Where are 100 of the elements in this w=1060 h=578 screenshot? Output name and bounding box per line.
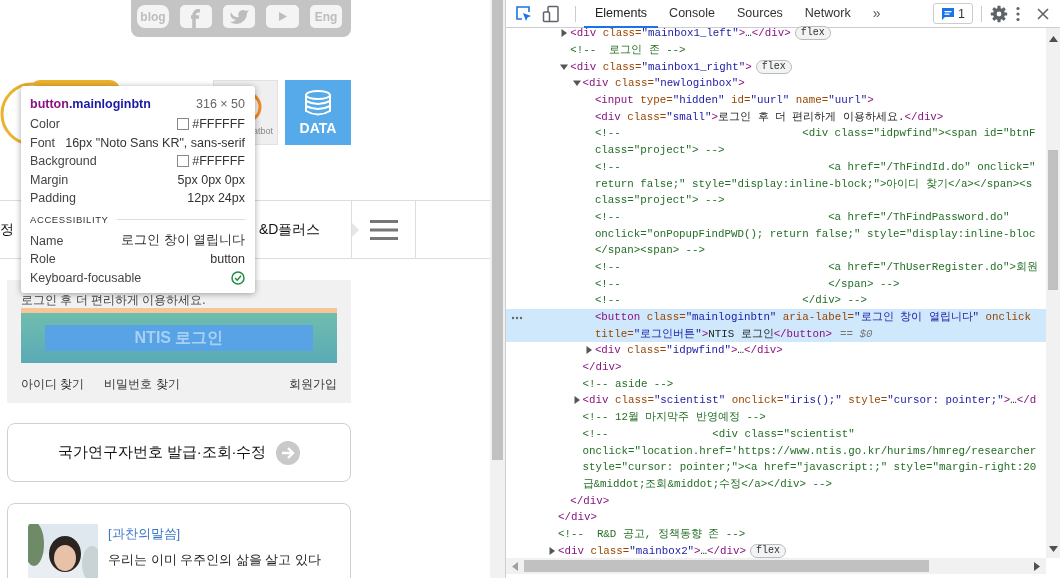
column-card[interactable]: [과찬의말씀] 우리는 이미 우주인의 삶을 살고 있다 xyxy=(7,503,351,578)
property-value: 로그인 창이 열립니다 xyxy=(121,232,245,250)
devtools-tab[interactable]: Network xyxy=(793,0,862,28)
code-row[interactable]: title="로그인버튼">NTIS 로그인</button> == $0 xyxy=(506,325,1046,343)
column-tag[interactable]: [과찬의말씀] xyxy=(108,525,322,543)
code-row[interactable]: class="project"> --> xyxy=(506,141,1046,159)
code-text: </div> xyxy=(570,494,610,507)
code-row[interactable]: class="project"> --> xyxy=(506,191,1046,209)
code-row[interactable]: onclick="onPopupFindPWD(); return false;" style="display:inline-bloc xyxy=(506,225,1046,242)
nav-menu-item[interactable]: &D플러스 xyxy=(259,220,351,239)
account-link[interactable]: 회원가입 xyxy=(289,376,337,393)
issues-button[interactable]: 1 xyxy=(933,3,973,24)
code-row[interactable]: <!-- <a href="/ThFindId.do" onclick=" xyxy=(506,158,1046,176)
settings-icon[interactable] xyxy=(990,4,1008,23)
property-value: #FFFFFF xyxy=(192,117,245,132)
code-text: <input type="hidden" id="uurl" name="uurl"> xyxy=(594,94,874,107)
more-icon[interactable] xyxy=(511,315,523,320)
code-row[interactable]: <div class="scientist" onclick="iris();" style="cursor: pointer;">…</d xyxy=(506,392,1046,409)
menu-icon[interactable] xyxy=(369,219,398,240)
code-row[interactable]: <input type="hidden" id="uurl" name="uurl"> xyxy=(506,91,1046,109)
code-text: <!-- 12월 마지막주 반영예정 --> xyxy=(582,410,766,425)
code-text: <div class="idpwfind">…</div> xyxy=(594,344,783,357)
devtools-tab[interactable]: Elements xyxy=(584,0,659,28)
flex-badge[interactable]: flex xyxy=(794,26,831,41)
horizontal-scrollbar[interactable] xyxy=(506,558,1046,574)
devtools-tab[interactable]: Console xyxy=(658,0,726,28)
code-row[interactable]: <div class="small">로그인 후 더 편리하게 이용하세요.</div> xyxy=(506,108,1046,126)
arrow-circle-icon xyxy=(276,440,301,465)
scrollbar-thumb[interactable] xyxy=(1048,150,1058,290)
account-link[interactable]: 비밀번호 찾기 xyxy=(104,376,180,393)
code-text: <!-- R&D 공고, 정책동향 존 --> xyxy=(558,526,746,541)
page-scrollbar[interactable] xyxy=(490,0,505,578)
code-text: </div> xyxy=(558,511,597,524)
code-row[interactable]: <!-- 12월 마지막주 반영예정 --> xyxy=(506,408,1046,426)
collapsed-triangle-icon[interactable] xyxy=(560,29,569,38)
code-row[interactable]: <div class="newloginbox"> xyxy=(506,75,1046,92)
element-selector: button.mainloginbtn xyxy=(30,97,151,111)
chat-icon xyxy=(941,6,956,21)
code-row[interactable]: <!-- 로그인 존 --> xyxy=(506,41,1046,59)
collapsed-triangle-icon[interactable] xyxy=(548,546,556,555)
code-row[interactable]: 급&middot;조회&middot;수정</a></div> --> xyxy=(506,475,1046,493)
code-row[interactable]: <!-- </div> --> xyxy=(506,292,1046,309)
code-text: 급&middot;조회&middot;수정</a></div> --> xyxy=(582,476,832,491)
code-text: title="로그인버튼">NTIS 로그인</button> xyxy=(594,326,832,341)
code-row[interactable]: </div> xyxy=(506,492,1046,509)
scrollbar-thumb[interactable] xyxy=(492,0,503,460)
column-title[interactable]: 우리는 이미 우주인의 삶을 살고 있다 xyxy=(108,551,322,569)
flex-badge[interactable]: flex xyxy=(755,59,792,74)
researcher-number-card[interactable]: 국가연구자번호 발급·조회·수정 xyxy=(7,423,351,482)
code-row[interactable]: <!-- <a href="/ThUserRegister.do">회원 xyxy=(506,258,1046,276)
collapsed-triangle-icon[interactable] xyxy=(572,396,581,405)
scroll-right-icon[interactable] xyxy=(1034,561,1040,571)
code-row[interactable]: <!-- <div class="scientist" xyxy=(506,425,1046,443)
flex-badge[interactable]: flex xyxy=(749,543,786,558)
kebab-menu-icon[interactable] xyxy=(1015,4,1021,23)
expanded-triangle-icon[interactable] xyxy=(560,62,569,71)
code-row[interactable]: </div> xyxy=(506,358,1046,376)
code-text: <div class="newloginbox"> xyxy=(582,77,745,90)
code-row[interactable]: <!-- <a href="/ThFindPassword.do" xyxy=(506,208,1046,226)
code-text: </span><span> --> xyxy=(594,244,706,257)
device-icon[interactable] xyxy=(542,4,560,23)
code-row[interactable]: <!-- </span> --> xyxy=(506,275,1046,292)
code-row[interactable]: onclick="location.href='https://www.ntis.go.kr/hurims/hmreg/researcher xyxy=(506,442,1046,459)
scroll-down-icon[interactable] xyxy=(1048,546,1058,552)
account-link[interactable]: 아이디 찾기 xyxy=(21,376,85,393)
code-row[interactable]: </div> xyxy=(506,508,1046,526)
color-swatch-icon xyxy=(177,118,190,131)
vertical-scrollbar[interactable] xyxy=(1046,28,1060,558)
code-row[interactable]: <!-- R&D 공고, 정책동향 존 --> xyxy=(506,525,1046,543)
code-row[interactable]: <div class="mainbox1_left">…</div> flex xyxy=(506,25,1046,42)
scroll-up-icon[interactable] xyxy=(1048,36,1058,42)
login-notice: 로그인 후 더 편리하게 이용하세요. xyxy=(21,293,207,307)
code-text: <div class="scientist" onclick="iris();" style="cursor: pointer;">…</d xyxy=(582,394,1037,407)
code-row[interactable]: return false;" style="display:inline-block;">아이디 찾기</a></span><s xyxy=(506,175,1046,192)
property-value: 12px 24px xyxy=(187,191,245,206)
code-row[interactable]: </span><span> --> xyxy=(506,241,1046,259)
code-text: <!-- <a href="/ThUserRegister.do">회원 xyxy=(594,259,1039,274)
code-row[interactable]: <div class="mainbox1_right"> flex xyxy=(506,58,1046,76)
code-row[interactable]: <!-- <div class="idpwfind"><span id="btnF xyxy=(506,125,1046,142)
code-text: <!-- <div class="scientist" xyxy=(582,427,855,440)
element-size: 316 × 50 xyxy=(196,97,245,111)
inspect-icon[interactable] xyxy=(515,4,533,23)
scrollbar-thumb[interactable] xyxy=(524,560,929,572)
code-row[interactable]: <!-- aside --> xyxy=(506,375,1046,393)
property-label: Font xyxy=(30,135,55,150)
code-row[interactable]: style="cursor: pointer;"><a href="javascript:;" style="margin-right:20 xyxy=(506,458,1046,476)
close-icon[interactable] xyxy=(1036,6,1050,21)
expanded-triangle-icon[interactable] xyxy=(572,79,581,88)
code-text: </div> xyxy=(582,361,622,374)
property-label: Name xyxy=(30,233,64,248)
code-text: <!-- 로그인 존 --> xyxy=(570,43,686,58)
collapsed-triangle-icon[interactable] xyxy=(584,346,593,355)
more-tabs-button[interactable]: » xyxy=(861,0,892,28)
code-text: <div class="mainbox1_left">…</div> xyxy=(570,27,791,40)
code-text: <!-- aside --> xyxy=(582,377,674,390)
code-row[interactable]: <button class="mainloginbtn" aria-label="로그인 창이 열립니다" onclick xyxy=(506,308,1046,326)
code-row[interactable]: <div class="idpwfind">…</div> xyxy=(506,342,1046,359)
devtools-tab[interactable]: Sources xyxy=(726,0,794,28)
code-row[interactable]: <div class="mainbox2">…</div> flex xyxy=(506,542,1046,558)
code-text: <button class="mainloginbtn" aria-label="로그인 창이 열립니다" onclick xyxy=(594,310,1031,325)
